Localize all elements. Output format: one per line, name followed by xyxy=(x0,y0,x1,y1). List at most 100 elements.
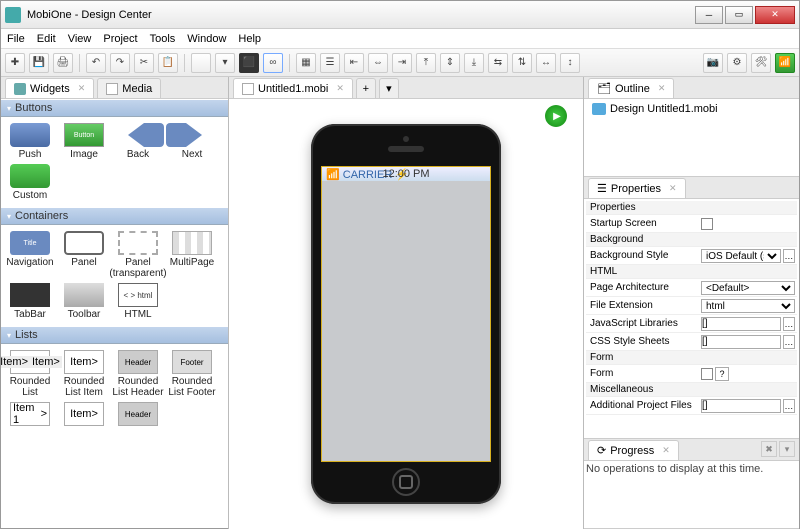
layout-icon-1[interactable]: ▦ xyxy=(296,53,316,73)
wifi-icon[interactable]: 📶 xyxy=(775,53,795,73)
section-containers[interactable]: Containers xyxy=(1,207,228,225)
new-button[interactable]: ✚ xyxy=(5,53,25,73)
close-icon[interactable]: ✕ xyxy=(658,83,666,94)
menu-view[interactable]: View xyxy=(68,33,92,45)
css-input[interactable] xyxy=(701,335,781,349)
widget-push[interactable]: Push xyxy=(4,123,56,160)
widget-custom[interactable]: Custom xyxy=(4,164,56,201)
widget-rounded-list-header[interactable]: HeaderRounded List Header xyxy=(112,350,164,398)
form-checkbox[interactable] xyxy=(701,368,713,380)
widget-html[interactable]: < > htmlHTML xyxy=(112,283,164,320)
close-icon[interactable]: ✕ xyxy=(336,83,344,94)
same-h-icon[interactable]: ↕ xyxy=(560,53,580,73)
widget-list-row2b[interactable]: Item > xyxy=(58,402,110,428)
widgets-scroll[interactable]: Buttons Push ButtonImage Back Next Custo… xyxy=(1,99,228,529)
file-ext-select[interactable]: html xyxy=(701,299,795,313)
tools-icon[interactable]: 🛠 xyxy=(751,53,771,73)
more-button[interactable]: … xyxy=(783,335,795,349)
camera-icon[interactable]: 📷 xyxy=(703,53,723,73)
tab-add[interactable]: + xyxy=(356,78,376,98)
outline-root-label: Design Untitled1.mobi xyxy=(610,103,718,115)
prop-startup: Startup Screen xyxy=(586,215,797,233)
maximize-button[interactable]: ▭ xyxy=(725,6,753,24)
tab-widgets[interactable]: Widgets ✕ xyxy=(5,78,94,98)
same-w-icon[interactable]: ↔ xyxy=(536,53,556,73)
widget-navigation[interactable]: TitleNavigation xyxy=(4,231,56,279)
tab-media-label: Media xyxy=(122,83,152,95)
link-icon[interactable]: ∞ xyxy=(263,53,283,73)
gear-icon[interactable]: ⚙ xyxy=(727,53,747,73)
tab-file[interactable]: Untitled1.mobi ✕ xyxy=(233,78,353,98)
menu-window[interactable]: Window xyxy=(187,33,226,45)
paste-button[interactable]: 📋 xyxy=(158,53,178,73)
widget-panel-transparent[interactable]: Panel (transparent) xyxy=(112,231,164,279)
page-arch-select[interactable]: <Default> xyxy=(701,281,795,295)
dist-h-icon[interactable]: ⇆ xyxy=(488,53,508,73)
redo-button[interactable]: ↷ xyxy=(110,53,130,73)
dropdown-icon[interactable]: ▾ xyxy=(215,53,235,73)
align-bottom-icon[interactable]: ⤓ xyxy=(464,53,484,73)
minimize-button[interactable]: ─ xyxy=(695,6,723,24)
tab-outline[interactable]: 🗂 Outline ✕ xyxy=(588,78,674,98)
print-button[interactable]: 🖨 xyxy=(53,53,73,73)
widget-list-row2c[interactable]: Header xyxy=(112,402,164,428)
home-button[interactable] xyxy=(392,468,420,496)
menu-project[interactable]: Project xyxy=(103,33,137,45)
apple-icon[interactable] xyxy=(191,53,211,73)
widget-image[interactable]: ButtonImage xyxy=(58,123,110,160)
tab-more[interactable]: ▾ xyxy=(379,78,399,98)
more-button[interactable]: … xyxy=(783,317,795,331)
widget-next[interactable]: Next xyxy=(166,123,218,160)
tab-media[interactable]: Media xyxy=(97,78,161,98)
design-canvas[interactable]: 📶 CARRIER ⚡ 12:00 PM xyxy=(229,99,583,529)
menu-tools[interactable]: Tools xyxy=(150,33,176,45)
prop-page-arch: Page Architecture <Default> xyxy=(586,279,797,297)
widget-rounded-list[interactable]: Item>Item>Rounded List xyxy=(4,350,56,398)
help-button[interactable]: ? xyxy=(715,367,729,381)
layout-icon-2[interactable]: ☰ xyxy=(320,53,340,73)
more-button[interactable]: … xyxy=(783,399,795,413)
menu-button[interactable]: ▾ xyxy=(779,441,795,457)
play-button[interactable] xyxy=(545,105,567,127)
align-left-icon[interactable]: ⇤ xyxy=(344,53,364,73)
align-center-icon[interactable]: ⇔ xyxy=(368,53,388,73)
close-icon[interactable]: ✕ xyxy=(662,445,670,456)
dist-v-icon[interactable]: ⇅ xyxy=(512,53,532,73)
close-icon[interactable]: ✕ xyxy=(78,83,86,94)
prop-group-form: Form xyxy=(586,351,797,365)
stop-button[interactable]: ✖ xyxy=(761,441,777,457)
align-top-icon[interactable]: ⤒ xyxy=(416,53,436,73)
bg-style-select[interactable]: iOS Default (strip... xyxy=(701,249,781,263)
outline-root[interactable]: Design Untitled1.mobi xyxy=(586,101,797,117)
widget-multipage[interactable]: MultiPage xyxy=(166,231,218,279)
device-icon[interactable]: ⬛ xyxy=(239,53,259,73)
align-right-icon[interactable]: ⇥ xyxy=(392,53,412,73)
js-libs-input[interactable] xyxy=(701,317,781,331)
section-buttons[interactable]: Buttons xyxy=(1,99,228,117)
close-icon[interactable]: ✕ xyxy=(669,183,677,194)
tab-progress[interactable]: ⟳ Progress ✕ xyxy=(588,440,679,460)
cut-button[interactable]: ✂ xyxy=(134,53,154,73)
menu-edit[interactable]: Edit xyxy=(37,33,56,45)
more-button[interactable]: … xyxy=(783,249,795,263)
center-panel: Untitled1.mobi ✕ + ▾ 📶 CARRIER ⚡ 12:00 P… xyxy=(229,77,583,529)
widget-list-row2a[interactable]: Item 1 > xyxy=(4,402,56,428)
menu-help[interactable]: Help xyxy=(238,33,261,45)
align-middle-icon[interactable]: ⇕ xyxy=(440,53,460,73)
widget-back[interactable]: Back xyxy=(112,123,164,160)
widget-rounded-list-footer[interactable]: FooterRounded List Footer xyxy=(166,350,218,398)
menu-file[interactable]: File xyxy=(7,33,25,45)
widget-toolbar[interactable]: Toolbar xyxy=(58,283,110,320)
widget-rounded-list-item[interactable]: Item >Rounded List Item xyxy=(58,350,110,398)
widget-panel[interactable]: Panel xyxy=(58,231,110,279)
widget-tabbar[interactable]: TabBar xyxy=(4,283,56,320)
phone-screen[interactable]: 📶 CARRIER ⚡ 12:00 PM xyxy=(321,166,491,462)
close-button[interactable]: ✕ xyxy=(755,6,795,24)
prop-bg-style: Background Style iOS Default (strip...… xyxy=(586,247,797,265)
tab-properties[interactable]: ☰ Properties ✕ xyxy=(588,178,686,198)
section-lists[interactable]: Lists xyxy=(1,326,228,344)
undo-button[interactable]: ↶ xyxy=(86,53,106,73)
save-button[interactable]: 💾 xyxy=(29,53,49,73)
startup-checkbox[interactable] xyxy=(701,218,713,230)
extra-files-input[interactable] xyxy=(701,399,781,413)
